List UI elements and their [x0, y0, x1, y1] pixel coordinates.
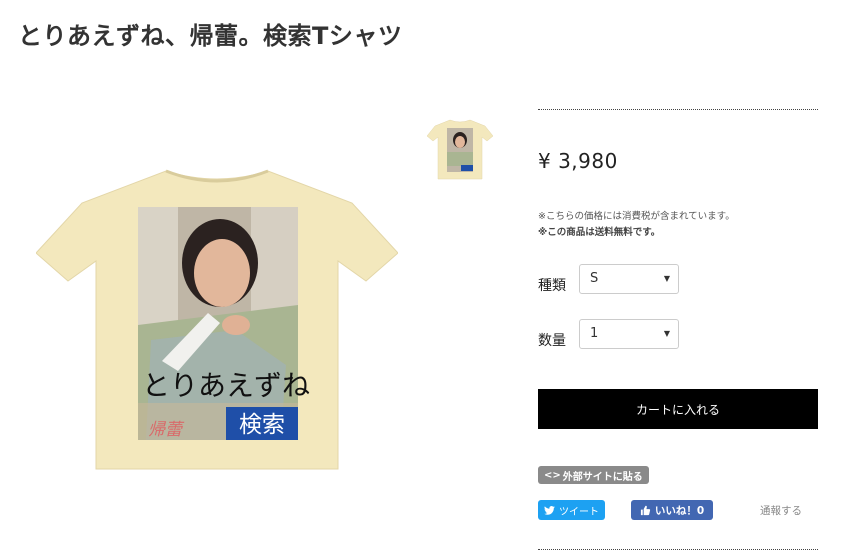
type-label: 種類	[538, 278, 566, 294]
product-main-image: とりあえずね 検索 帰蕾	[36, 169, 398, 470]
report-link[interactable]: 通報する	[760, 503, 802, 518]
type-select-value: S	[590, 271, 599, 286]
quantity-label: 数量	[538, 333, 566, 349]
page-title: とりあえずね、帰蕾。検索Tシャツ	[18, 22, 403, 50]
quantity-select[interactable]: 1 ▼	[579, 319, 679, 349]
divider-bottom	[538, 549, 818, 550]
print-text-main: とりあえずね	[142, 370, 310, 401]
chevron-down-icon: ▼	[663, 274, 670, 283]
twitter-bird-icon	[544, 505, 555, 515]
like-label: いいね！0	[654, 504, 705, 517]
add-to-cart-button[interactable]: カートに入れる	[538, 389, 818, 429]
print-text-search: 検索	[239, 411, 285, 437]
facebook-like-button[interactable]: いいね！0	[631, 500, 713, 520]
tax-note: ※こちらの価格には消費税が含まれています。	[538, 211, 735, 222]
tweet-button[interactable]: ツイート	[538, 500, 605, 520]
type-select[interactable]: S ▼	[579, 264, 679, 294]
product-price: ¥ 3,980	[538, 149, 618, 173]
embed-label: 外部サイトに貼る	[562, 471, 643, 483]
code-icon: <>	[544, 469, 561, 481]
tweet-label: ツイート	[559, 506, 599, 518]
embed-button[interactable]: <> 外部サイトに貼る	[538, 466, 649, 484]
shipping-note: ※この商品は送料無料です。	[538, 227, 661, 238]
print-signature: 帰蕾	[148, 420, 185, 439]
product-thumbnail[interactable]	[427, 118, 493, 180]
quantity-select-value: 1	[590, 326, 599, 341]
divider-top	[538, 109, 818, 110]
chevron-down-icon: ▼	[663, 329, 670, 338]
thumbs-up-icon	[640, 505, 650, 515]
